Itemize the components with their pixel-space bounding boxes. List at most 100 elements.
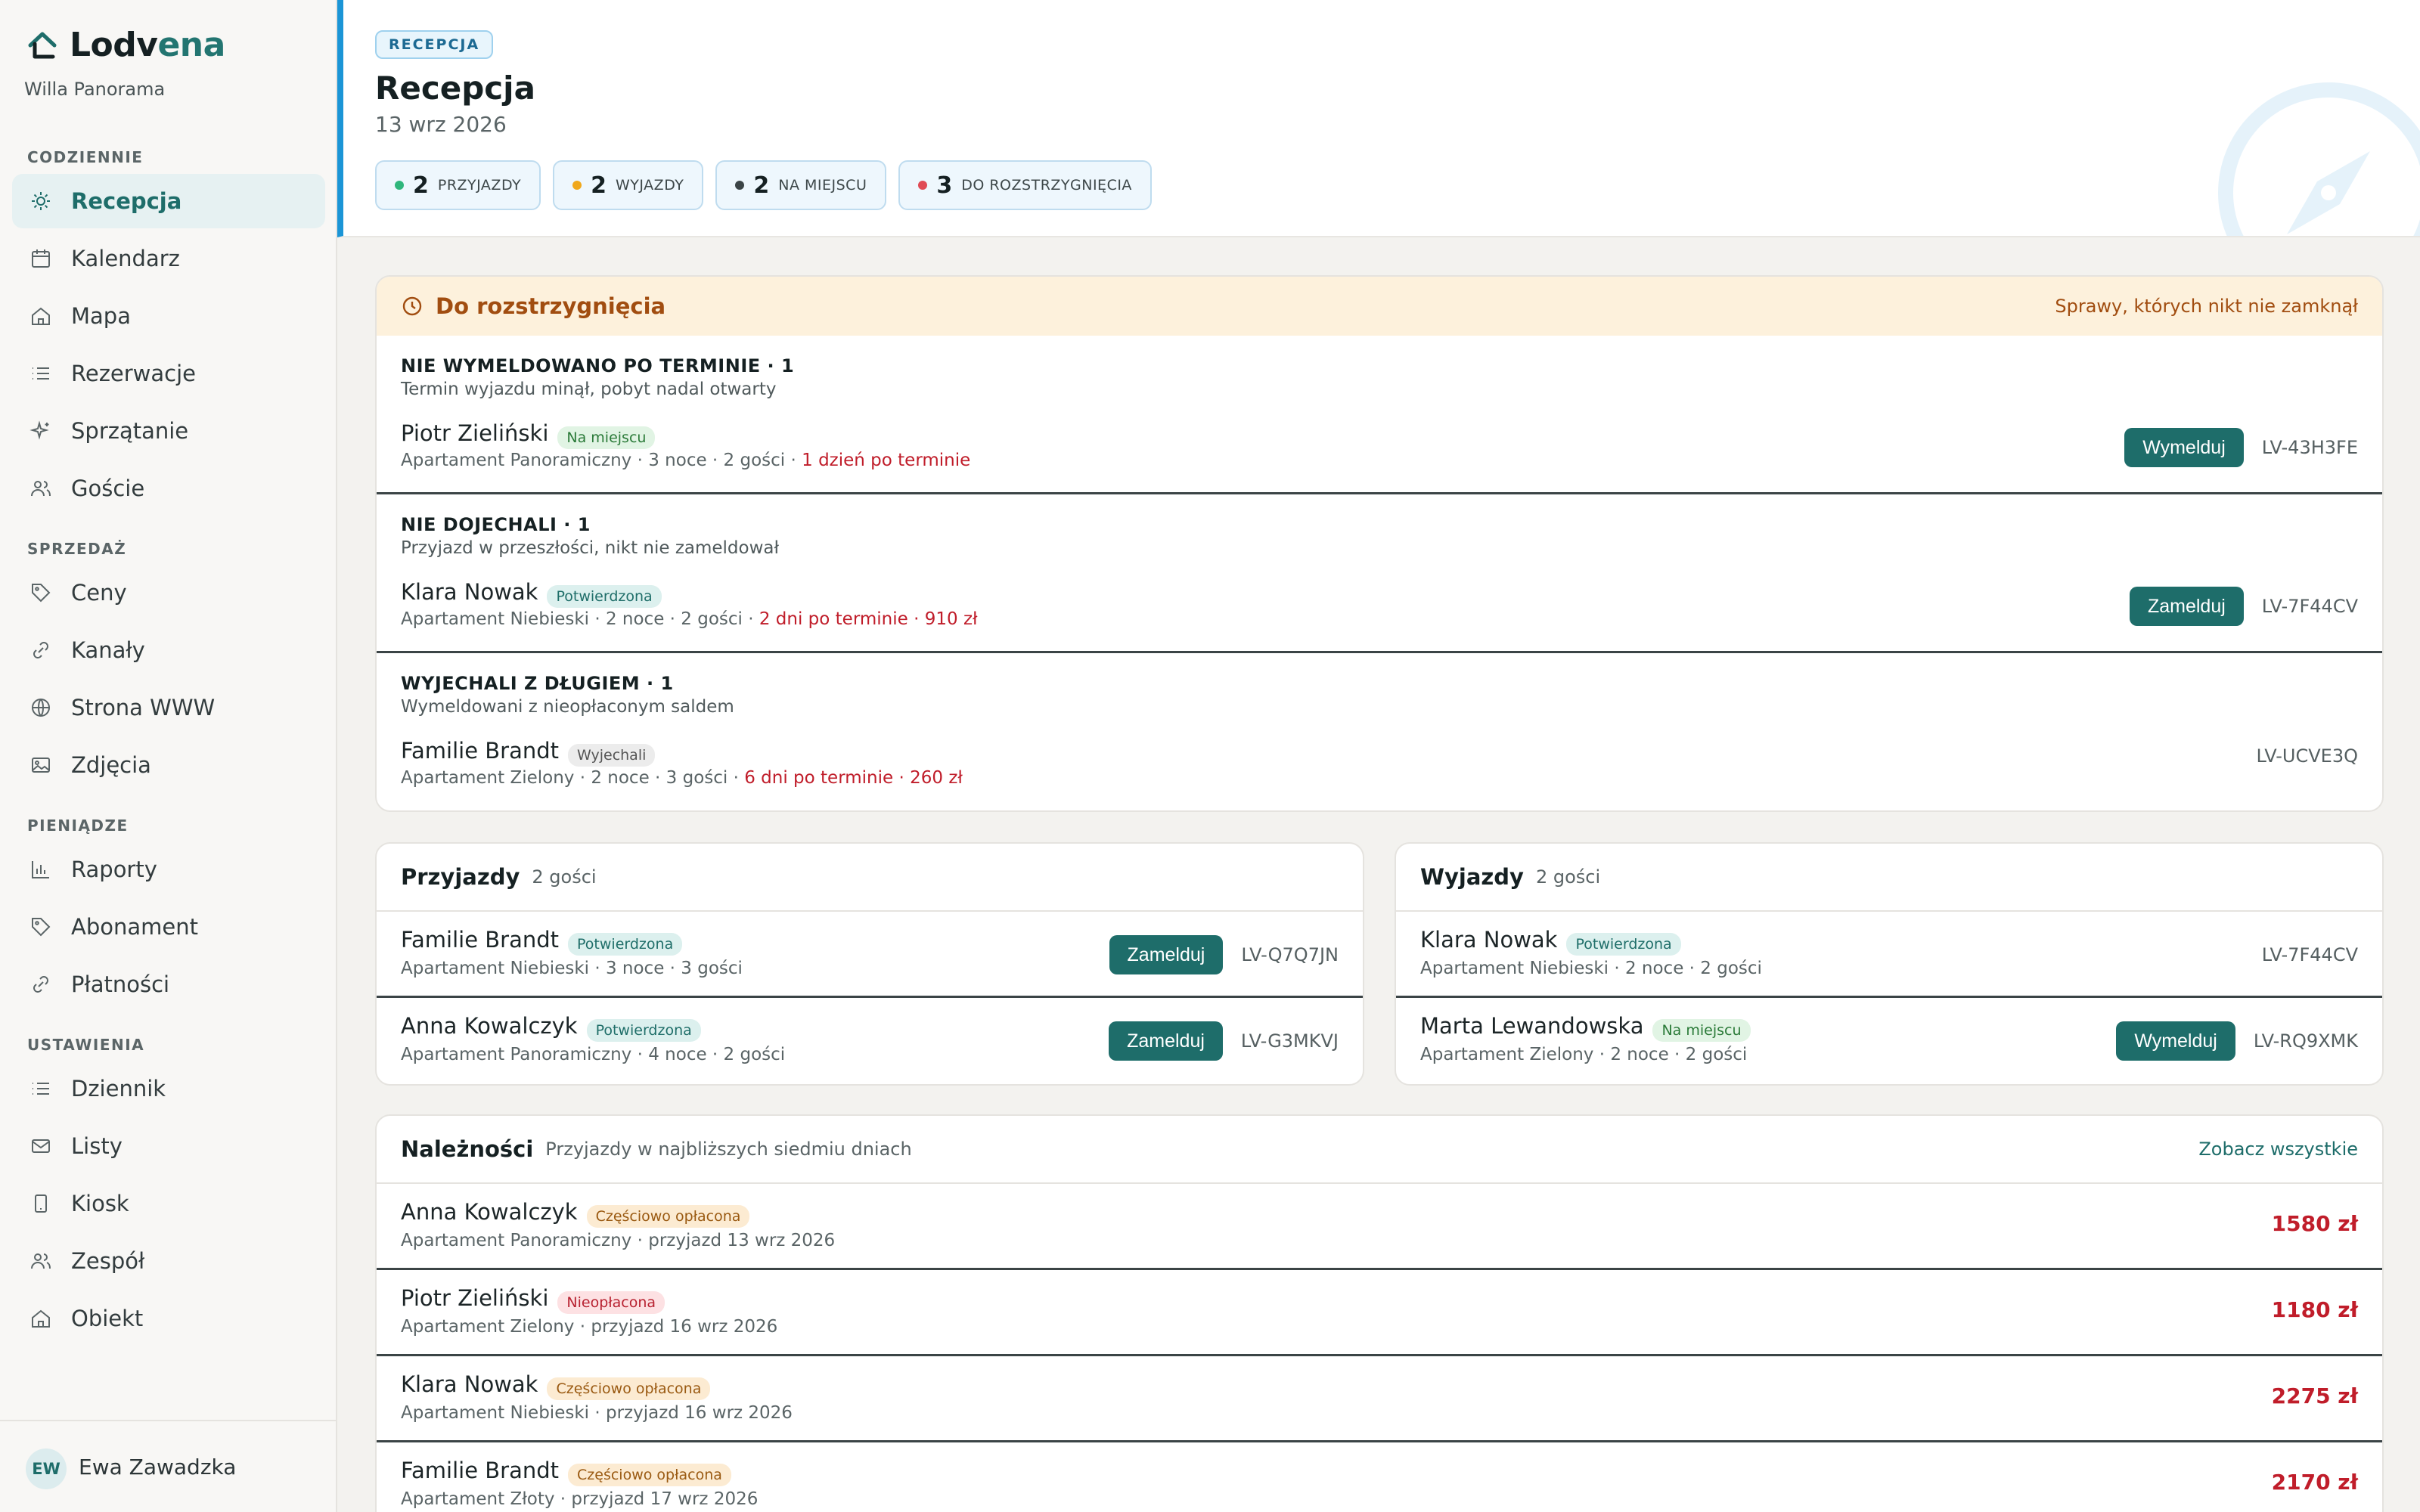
brand-logo-link[interactable]: Lodvena [26, 26, 225, 64]
arrival-row[interactable]: Anna Kowalczyk Potwierdzona Apartament Pa… [377, 998, 1363, 1084]
guest-name[interactable]: Klara Nowak [401, 579, 538, 605]
avatar: EW [26, 1448, 67, 1489]
list-icon [33, 367, 49, 380]
arrivals-card: Przyjazdy 2 gości Familie Brandt Potwierd… [375, 842, 1364, 1086]
sidebar-item-mapa[interactable]: Mapa [12, 289, 325, 343]
status-dot [918, 181, 928, 190]
status-badge: Częściowo opłacona [586, 1204, 750, 1228]
status-badge: Częściowo opłacona [547, 1377, 711, 1400]
user-menu[interactable]: EW Ewa Zawadzka [0, 1420, 336, 1512]
stat-on-site[interactable]: 2 NA MIEJSCU [715, 160, 887, 210]
page-date: 13 wrz 2026 [375, 112, 507, 137]
image-icon [32, 758, 50, 773]
due-row[interactable]: Familie Brandt Częściowo opłacona Apartam… [377, 1442, 2382, 1512]
stat-pending[interactable]: 3 DO ROZSTRZYGNIĘCIA [898, 160, 1152, 210]
sidebar-item-kanaly[interactable]: Kanały [12, 623, 325, 677]
sidebar-item-sprzatanie[interactable]: Sprzątanie [12, 404, 325, 458]
arrival-row[interactable]: Familie Brandt Potwierdzona Apartament Ni… [377, 912, 1363, 998]
sidebar-item-ceny[interactable]: Ceny [12, 565, 325, 620]
home-icon [32, 307, 50, 325]
guest-meta: Apartament Panoramiczny · przyjazd 13 wr… [401, 1231, 836, 1250]
status-badge: Nieopłacona [557, 1290, 666, 1314]
guest-name[interactable]: Familie Brandt [401, 1458, 559, 1483]
guest-meta: Apartament Niebieski · przyjazd 16 wrz 2… [401, 1403, 793, 1423]
checkout-button[interactable]: Wymelduj [2124, 428, 2244, 467]
guest-meta: Apartament Zielony · przyjazd 16 wrz 202… [401, 1317, 778, 1337]
guest-name[interactable]: Klara Nowak [401, 1371, 538, 1397]
checkin-button[interactable]: Zamelduj [1109, 1021, 1223, 1061]
checkin-button[interactable]: Zamelduj [2129, 587, 2244, 626]
sidebar: Lodvena Willa Panorama CODZIENNIE Recepc… [0, 0, 337, 1512]
see-all-link[interactable]: Zobacz wszystkie [2198, 1139, 2358, 1160]
booking-code: LV-Q7Q7JN [1241, 944, 1339, 965]
guest-name[interactable]: Piotr Zieliński [401, 1285, 548, 1311]
guest-row[interactable]: Familie Brandt Wyjechali [401, 738, 656, 767]
sidebar-item-listy[interactable]: Listy [12, 1119, 325, 1173]
brand-name: Lodvena [70, 26, 225, 64]
sidebar-item-kalendarz[interactable]: Kalendarz [12, 231, 325, 286]
sidebar-item-zdjecia[interactable]: Zdjęcia [12, 738, 325, 792]
sidebar-item-raporty[interactable]: Raporty [12, 842, 325, 897]
home-icon [32, 1309, 50, 1328]
status-badge: Na miejscu [557, 426, 656, 449]
checkin-button[interactable]: Zamelduj [1109, 935, 1224, 974]
sidebar-item-obiekt[interactable]: Obiekt [12, 1291, 325, 1346]
list-icon [33, 1083, 49, 1095]
sidebar-item-strona-www[interactable]: Strona WWW [12, 680, 325, 735]
link-icon [33, 642, 48, 658]
departure-row[interactable]: Marta Lewandowska Na miejscu Apartament Z… [1396, 998, 2382, 1084]
guest-name[interactable]: Anna Kowalczyk [401, 1013, 578, 1039]
dues-card: Należności Przyjazdy w najbliższych sied… [375, 1114, 2384, 1512]
stat-departures[interactable]: 2 WYJAZDY [553, 160, 704, 210]
status-dot [572, 181, 582, 190]
guest-name[interactable]: Klara Nowak [1420, 927, 1557, 953]
status-badge: Potwierdzona [568, 932, 683, 956]
status-badge: Na miejscu [1652, 1018, 1751, 1042]
booking-code: LV-G3MKVJ [1240, 1030, 1339, 1052]
guest-name[interactable]: Piotr Zieliński [401, 420, 548, 446]
pending-group-overdue-checkout: NIE WYMELDOWANO PO TERMINIE · 1 Termin w… [377, 336, 2382, 494]
guest-row[interactable]: Piotr Zieliński Na miejscu [401, 420, 656, 449]
link-icon [33, 976, 48, 993]
booking-code: LV-7F44CV [2261, 596, 2358, 617]
due-row[interactable]: Piotr Zieliński Nieopłacona Apartament Zi… [377, 1270, 2382, 1356]
compass-watermark-icon [2218, 82, 2420, 236]
sidebar-item-recepcja[interactable]: Recepcja [12, 174, 325, 228]
guest-name[interactable]: Familie Brandt [401, 927, 559, 953]
guest-name[interactable]: Anna Kowalczyk [401, 1199, 578, 1225]
pending-card: Do rozstrzygnięcia Sprawy, których nikt … [375, 275, 2384, 812]
clock-icon [402, 296, 422, 316]
sidebar-item-kiosk[interactable]: Kiosk [12, 1176, 325, 1231]
stat-arrivals[interactable]: 2 PRZYJAZDY [375, 160, 541, 210]
sidebar-item-goscie[interactable]: Goście [12, 461, 325, 516]
due-amount: 2275 zł [2271, 1383, 2358, 1408]
booking-code: LV-43H3FE [2261, 437, 2358, 458]
departure-row[interactable]: Klara Nowak Potwierdzona Apartament Niebi… [1396, 912, 2382, 998]
guest-name[interactable]: Familie Brandt [401, 738, 559, 764]
checkout-button[interactable]: Wymelduj [2116, 1021, 2235, 1061]
arrivals-count: 2 gości [532, 866, 597, 888]
guest-name[interactable]: Marta Lewandowska [1420, 1013, 1643, 1039]
sidebar-item-platnosci[interactable]: Płatności [12, 957, 325, 1012]
due-row[interactable]: Anna Kowalczyk Częściowo opłacona Apartam… [377, 1184, 2382, 1270]
sidebar-item-dziennik[interactable]: Dziennik [12, 1061, 325, 1116]
tag-icon [32, 584, 51, 603]
sidebar-item-rezerwacje[interactable]: Rezerwacje [12, 346, 325, 401]
guest-meta: Apartament Niebieski · 2 noce · 2 gości … [401, 609, 978, 629]
house-logo-icon [28, 32, 57, 58]
sidebar-item-zespol[interactable]: Zespół [12, 1234, 325, 1288]
globe-icon [32, 699, 50, 717]
page-title: Recepcja [375, 70, 535, 107]
nav-section-settings: USTAWIENIA [27, 1036, 145, 1054]
dues-subtitle: Przyjazdy w najbliższych siedmiu dniach [545, 1139, 912, 1160]
dues-title: Należności [401, 1136, 534, 1162]
section-tag: RECEPCJA [375, 30, 494, 59]
booking-code: LV-7F44CV [2261, 944, 2358, 965]
due-amount: 2170 zł [2271, 1470, 2358, 1495]
pending-card-subtitle: Sprawy, których nikt nie zamknął [2055, 296, 2358, 317]
sidebar-item-abonament[interactable]: Abonament [12, 900, 325, 954]
due-row[interactable]: Klara Nowak Częściowo opłacona Apartament… [377, 1356, 2382, 1442]
guest-row[interactable]: Klara Nowak Potwierdzona [401, 579, 662, 608]
nav-section-daily: CODZIENNIE [27, 148, 144, 166]
guest-meta: Apartament Niebieski · 2 noce · 2 gości [1420, 959, 1762, 978]
